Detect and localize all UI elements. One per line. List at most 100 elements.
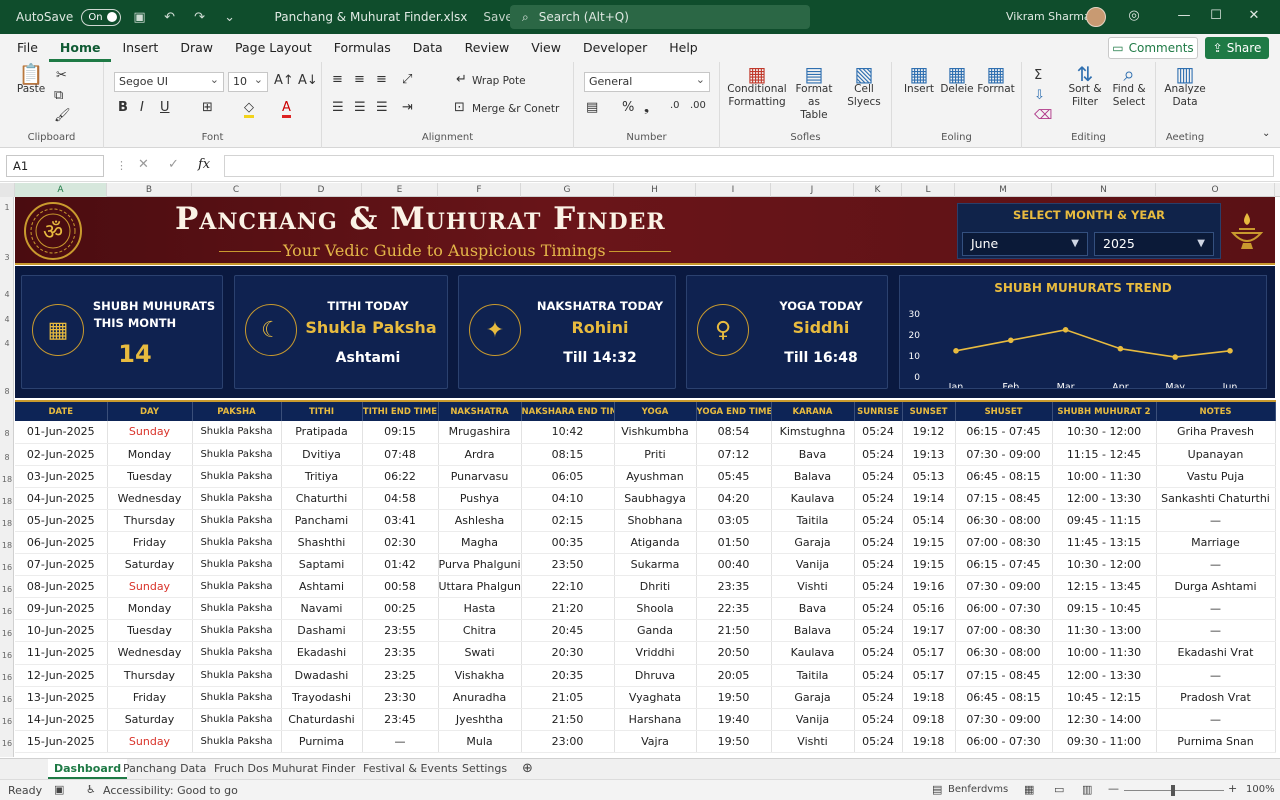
share-button[interactable]: ⇪ Share — [1205, 37, 1269, 59]
cell-styles-button[interactable]: ▧ Cell Slyecs — [840, 64, 888, 109]
table-cell[interactable]: 05:24 — [854, 730, 903, 753]
table-cell[interactable]: 05:17 — [902, 664, 956, 687]
table-cell[interactable]: 12:15 - 13:45 — [1052, 575, 1157, 599]
table-cell[interactable]: Dwadashi — [281, 664, 363, 687]
table-cell[interactable]: 04:58 — [362, 487, 439, 510]
display-settings-label[interactable]: Benferdvms — [948, 784, 1008, 795]
table-cell[interactable]: Chaturthi — [281, 487, 363, 510]
table-cell[interactable]: 06:30 - 08:00 — [955, 641, 1053, 665]
row-header[interactable]: 4 — [0, 290, 14, 299]
table-cell[interactable]: Marriage — [1156, 531, 1276, 555]
paste-button[interactable]: 📋 Paste — [12, 64, 50, 96]
table-cell[interactable]: 05:24 — [854, 619, 903, 643]
table-cell[interactable]: 05:17 — [902, 641, 956, 665]
align-center-icon[interactable]: ☰ — [354, 100, 366, 115]
table-cell[interactable]: Swati — [438, 641, 522, 665]
table-cell[interactable]: 22:10 — [521, 575, 615, 599]
column-header-m[interactable]: M — [955, 183, 1052, 197]
zoom-in-icon[interactable]: + — [1228, 782, 1237, 795]
table-cell[interactable]: Thursday — [107, 509, 193, 532]
table-cell[interactable]: Vanija — [771, 553, 855, 577]
table-cell[interactable]: 06:45 - 08:15 — [955, 465, 1053, 488]
table-cell[interactable]: Shukla Paksha — [192, 465, 282, 488]
wrap-text-button[interactable]: Wrap Pote — [472, 75, 526, 88]
table-cell[interactable]: 10:00 - 11:30 — [1052, 465, 1157, 488]
table-cell[interactable]: Vanija — [771, 708, 855, 731]
conditional-formatting-button[interactable]: ▦ Conditional Formatting — [726, 64, 788, 109]
table-cell[interactable]: Friday — [107, 686, 193, 709]
table-cell[interactable]: Dvitiya — [281, 443, 363, 466]
table-cell[interactable]: 01-Jun-2025 — [15, 421, 108, 444]
number-format-dropdown[interactable]: General — [584, 71, 710, 92]
table-cell[interactable]: 19:17 — [902, 619, 956, 643]
redo-icon[interactable]: ↷ — [189, 10, 211, 25]
table-cell[interactable]: 00:40 — [696, 553, 772, 577]
column-header-cell[interactable]: SHUSET — [955, 400, 1053, 421]
table-cell[interactable]: 06-Jun-2025 — [15, 531, 108, 555]
table-cell[interactable]: 06:15 - 07:45 — [955, 421, 1053, 444]
table-cell[interactable]: 23:30 — [362, 686, 439, 709]
avatar[interactable] — [1086, 7, 1106, 27]
table-cell[interactable]: Shukla Paksha — [192, 443, 282, 466]
font-size-dropdown[interactable]: 10 — [228, 71, 268, 92]
table-cell[interactable]: 06:22 — [362, 465, 439, 488]
table-cell[interactable]: 19:12 — [902, 421, 956, 444]
row-header[interactable]: 16 — [0, 563, 14, 572]
table-cell[interactable]: 02:15 — [521, 509, 615, 532]
zoom-slider-thumb[interactable] — [1171, 785, 1175, 796]
column-header-l[interactable]: L — [902, 183, 955, 197]
collapse-ribbon-icon[interactable]: ⌄ — [1262, 128, 1270, 139]
tab-view[interactable]: View — [520, 34, 572, 62]
table-cell[interactable]: 10:30 - 12:00 — [1052, 553, 1157, 577]
table-cell[interactable]: 05:24 — [854, 664, 903, 687]
row-header[interactable]: 16 — [0, 717, 14, 726]
table-cell[interactable]: 07:15 - 08:45 — [955, 664, 1053, 687]
table-cell[interactable]: 05:16 — [902, 597, 956, 621]
fill-color-icon[interactable]: ◇ — [244, 100, 254, 118]
row-header[interactable]: 18 — [0, 475, 14, 484]
table-cell[interactable]: Upanayan — [1156, 443, 1276, 466]
decrease-font-icon[interactable]: A↓ — [298, 73, 318, 88]
table-cell[interactable]: 09:18 — [902, 708, 956, 731]
page-layout-view-icon[interactable]: ▭ — [1054, 783, 1064, 796]
column-header-cell[interactable]: NOTES — [1156, 400, 1276, 421]
table-cell[interactable]: 00:58 — [362, 575, 439, 599]
percent-icon[interactable]: % — [622, 100, 634, 115]
table-cell[interactable]: 03:41 — [362, 509, 439, 532]
table-cell[interactable]: Thursday — [107, 664, 193, 687]
table-cell[interactable]: 12:30 - 14:00 — [1052, 708, 1157, 731]
currency-icon[interactable]: ▤ — [586, 100, 598, 115]
table-cell[interactable]: — — [1156, 708, 1276, 731]
table-cell[interactable]: 06:00 - 07:30 — [955, 730, 1053, 753]
table-cell[interactable]: 20:30 — [521, 641, 615, 665]
table-cell[interactable]: 05:24 — [854, 509, 903, 532]
table-cell[interactable]: Ardra — [438, 443, 522, 466]
table-cell[interactable]: 20:05 — [696, 664, 772, 687]
table-cell[interactable]: 23:50 — [521, 553, 615, 577]
table-cell[interactable]: Ekadashi Vrat — [1156, 641, 1276, 665]
table-cell[interactable]: Saptami — [281, 553, 363, 577]
table-cell[interactable]: 09:30 - 11:00 — [1052, 730, 1157, 753]
table-cell[interactable]: 05:24 — [854, 443, 903, 466]
table-cell[interactable]: Dashami — [281, 619, 363, 643]
table-cell[interactable]: 12-Jun-2025 — [15, 664, 108, 687]
tab-help[interactable]: Help — [658, 34, 709, 62]
table-cell[interactable]: Vishti — [771, 730, 855, 753]
tab-home[interactable]: Home — [48, 34, 112, 62]
insert-cells-button[interactable]: ▦ Insert — [900, 64, 938, 96]
table-cell[interactable]: 14-Jun-2025 — [15, 708, 108, 731]
row-header[interactable]: 18 — [0, 519, 14, 528]
table-cell[interactable]: Jyeshtha — [438, 708, 522, 731]
table-cell[interactable]: Shukla Paksha — [192, 686, 282, 709]
row-header[interactable]: 18 — [0, 541, 14, 550]
table-cell[interactable]: 19:18 — [902, 730, 956, 753]
table-cell[interactable]: Mrugashira — [438, 421, 522, 444]
table-cell[interactable]: 23:35 — [362, 641, 439, 665]
column-header-cell[interactable]: SUNRISE — [854, 400, 903, 421]
table-cell[interactable]: 23:45 — [362, 708, 439, 731]
table-cell[interactable]: Wednesday — [107, 487, 193, 510]
table-cell[interactable]: 19:14 — [902, 487, 956, 510]
table-cell[interactable]: 05:24 — [854, 597, 903, 621]
table-cell[interactable]: 20:35 — [521, 664, 615, 687]
table-cell[interactable]: Shukla Paksha — [192, 421, 282, 444]
